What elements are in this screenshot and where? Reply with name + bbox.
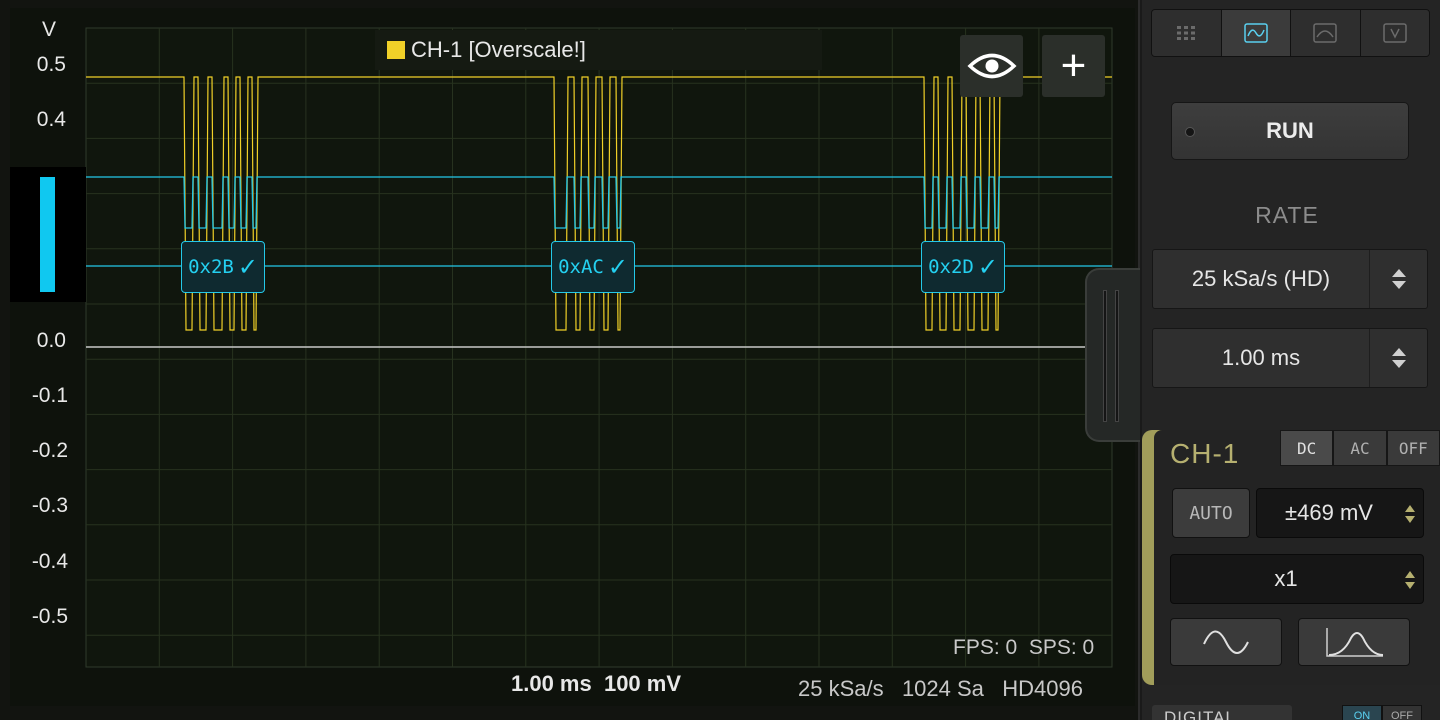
y-label-1: 0.4 [36, 108, 66, 131]
digital-toggle[interactable]: ON OFF [1342, 705, 1422, 720]
timebase-select[interactable]: 1.00 ms [1152, 328, 1428, 388]
channel-card-body: CH-1 DC AC OFF AUTO ±469 mV x1 [1154, 430, 1440, 685]
digital-on[interactable]: ON [1342, 705, 1382, 720]
run-button[interactable]: RUN [1171, 102, 1409, 160]
channel-color-swatch [387, 41, 405, 59]
y-label-3: -0.1 [31, 384, 68, 407]
range-select[interactable]: ±469 mV [1256, 488, 1424, 538]
grip-line [1115, 290, 1119, 422]
axis-unit: V [42, 18, 57, 41]
scope-area: V 0.5 0.4 0.0 -0.1 -0.2 -0.3 -0.4 -0.5 C… [0, 0, 1140, 720]
updown-arrow-icon[interactable] [1401, 565, 1419, 595]
coupling-off[interactable]: OFF [1386, 430, 1440, 466]
check-icon: ✓ [237, 253, 258, 281]
decode-value: 0x2B [188, 256, 234, 278]
y-label-6: -0.4 [31, 550, 68, 573]
y-label-7: -0.5 [31, 605, 68, 628]
waveform-plot [85, 27, 1113, 668]
y-label-0: 0.5 [36, 53, 66, 76]
add-button[interactable]: + [1042, 35, 1105, 97]
y-label-5: -0.3 [31, 494, 68, 517]
visibility-button[interactable] [960, 35, 1023, 97]
coupling-dc[interactable]: DC [1280, 430, 1334, 466]
y-label-4: -0.2 [31, 439, 68, 462]
channel-title: CH-1 [1170, 438, 1240, 469]
updown-arrow-icon[interactable] [1401, 499, 1419, 529]
y-label-2: 0.0 [36, 329, 66, 352]
rate-label: RATE [1255, 202, 1319, 228]
waveform-button[interactable] [1170, 618, 1282, 666]
coupling-selector: DC AC OFF [1280, 430, 1440, 466]
fps-readout: FPS: 0 SPS: 0 [953, 636, 1095, 659]
check-icon: ✓ [977, 253, 998, 281]
grid-icon [1177, 26, 1196, 40]
timebase-value: 1.00 ms [1221, 345, 1301, 370]
run-led-icon [1185, 127, 1195, 137]
sample-rate-value: 25 kSa/s (HD) [1191, 266, 1331, 291]
volt-icon [1383, 23, 1407, 43]
updown-arrow-icon[interactable] [1369, 250, 1427, 308]
spectrum-icon [1313, 23, 1337, 43]
updown-arrow-icon[interactable] [1369, 329, 1427, 387]
digital-off[interactable]: OFF [1382, 705, 1422, 720]
scope-icon [1244, 23, 1268, 43]
tab-spectrum[interactable] [1291, 10, 1361, 56]
plus-icon: + [1060, 41, 1087, 90]
auto-range-button[interactable]: AUTO [1172, 488, 1250, 538]
tab-grid[interactable] [1152, 10, 1222, 56]
tab-volt[interactable] [1360, 10, 1429, 56]
channel-legend: CH-1 [Overscale!] [375, 30, 822, 70]
tab-scope[interactable] [1221, 10, 1291, 56]
decode-value: 0xAC [558, 256, 604, 278]
decode-value: 0x2D [928, 256, 974, 278]
range-value: ±469 mV [1285, 500, 1373, 525]
probe-select[interactable]: x1 [1170, 554, 1424, 604]
channel-card: CH-1 DC AC OFF AUTO ±469 mV x1 [1142, 430, 1440, 685]
eye-icon [966, 53, 1017, 79]
run-label: RUN [1266, 118, 1314, 143]
digital-section-label: DIGITAL [1152, 705, 1292, 720]
probe-value: x1 [1274, 566, 1298, 591]
decode-label-0[interactable]: 0x2B ✓ [181, 241, 265, 293]
mode-tabs [1151, 9, 1430, 57]
check-icon: ✓ [607, 253, 628, 281]
sample-rate-select[interactable]: 25 kSa/s (HD) [1152, 249, 1428, 309]
scale-readout: 1.00 ms 100 mV [511, 671, 682, 696]
decode-label-2[interactable]: 0x2D ✓ [921, 241, 1005, 293]
grip-line [1103, 290, 1107, 422]
level-bar[interactable] [40, 177, 55, 292]
sine-wave-icon [1203, 630, 1249, 654]
acquisition-info: 25 kSa/s 1024 Sa HD4096 [798, 676, 1083, 701]
channel-legend-text: CH-1 [Overscale!] [411, 37, 586, 62]
spectrum-button[interactable] [1298, 618, 1410, 666]
spectrum-curve-icon [1326, 628, 1384, 657]
coupling-ac[interactable]: AC [1333, 430, 1387, 466]
decode-label-1[interactable]: 0xAC ✓ [551, 241, 635, 293]
panel-drag-handle[interactable] [1085, 268, 1140, 442]
control-panel: RUN RATE 25 kSa/s (HD) 1.00 ms CH-1 DC A… [1142, 0, 1440, 720]
